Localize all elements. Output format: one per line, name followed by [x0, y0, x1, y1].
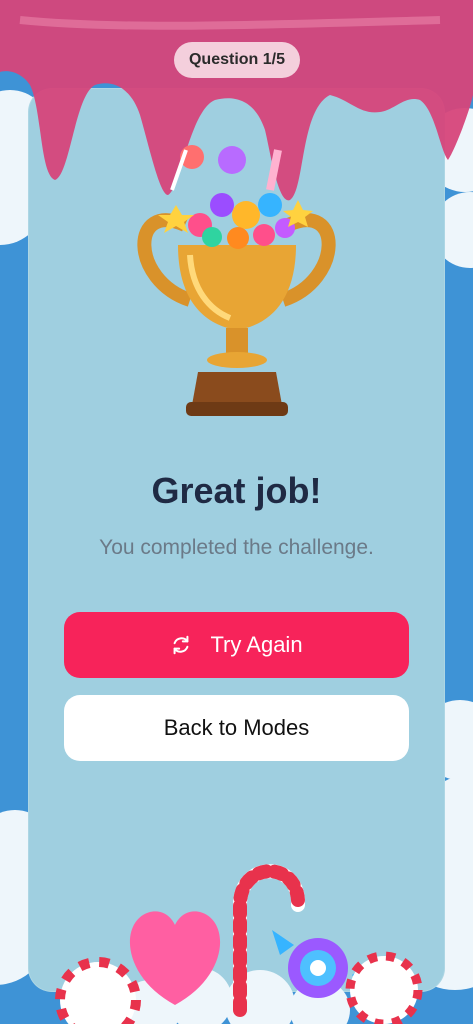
question-progress-badge: Question 1/5	[174, 42, 300, 78]
try-again-button[interactable]: Try Again	[64, 612, 409, 678]
back-to-modes-label: Back to Modes	[163, 715, 310, 740]
try-again-label: Try Again	[210, 632, 303, 657]
question-progress-label: Question 1/5	[188, 51, 286, 68]
result-title: Great job!	[151, 470, 322, 511]
result-subtitle: You completed the challenge.	[99, 536, 374, 559]
refresh-icon	[174, 635, 189, 655]
bottom-candy-art	[55, 864, 423, 1024]
back-to-modes-button[interactable]: Back to Modes	[64, 695, 409, 761]
